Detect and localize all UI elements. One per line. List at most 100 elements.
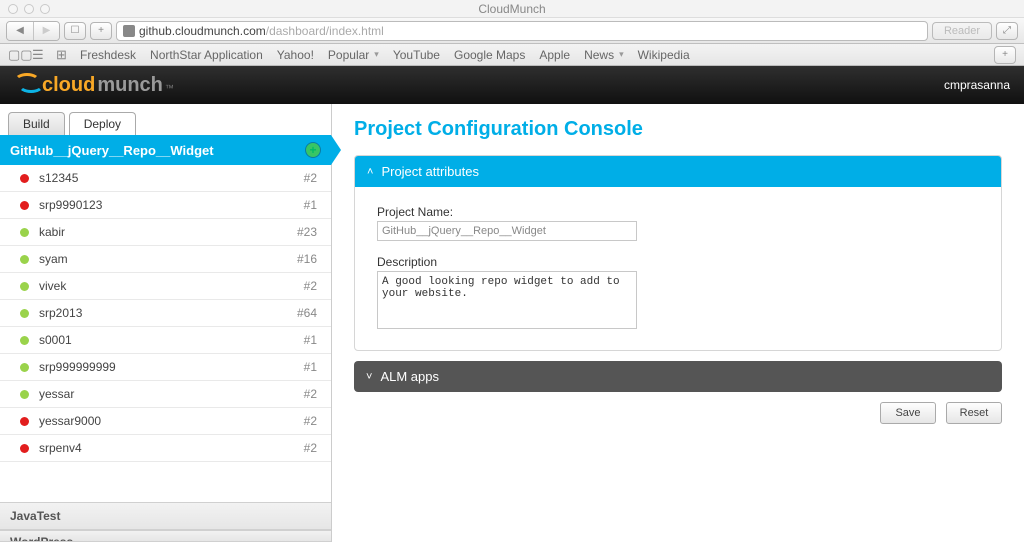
site-info-icon: [123, 25, 135, 37]
list-item-count: #2: [304, 414, 317, 428]
show-all-tabs-button[interactable]: ☐: [64, 22, 86, 40]
status-dot-icon: [20, 309, 29, 318]
forward-button[interactable]: ▶: [33, 22, 59, 40]
bookmarks-bar: ▢▢ ☰ ⊞ Freshdesk NorthStar Application Yah…: [0, 44, 1024, 66]
list-item[interactable]: srp2013 #64: [0, 300, 331, 327]
list-item-label: s0001: [39, 333, 72, 347]
description-label: Description: [377, 255, 979, 269]
brand-cloud: cloud: [42, 74, 95, 97]
list-item-count: #2: [304, 441, 317, 455]
list-item[interactable]: srpenv4 #2: [0, 435, 331, 462]
list-item[interactable]: kabir #23: [0, 219, 331, 246]
section-wordpress[interactable]: WordPress: [0, 530, 331, 542]
list-item-count: #1: [304, 333, 317, 347]
list-item[interactable]: yessar9000 #2: [0, 408, 331, 435]
brand-logo[interactable]: cloudmunch™: [14, 73, 174, 97]
bookmark-item[interactable]: YouTube: [393, 48, 440, 62]
list-item-count: #64: [297, 306, 317, 320]
add-project-icon[interactable]: +: [305, 142, 321, 158]
reading-list-icon[interactable]: ☰: [32, 47, 48, 63]
project-header-row[interactable]: GitHub__jQuery__Repo__Widget +: [0, 135, 331, 165]
accordion-alm-apps: ˅ ALM apps: [354, 361, 1002, 392]
accordion-head-project-attributes[interactable]: ˄ Project attributes: [355, 156, 1001, 187]
bookmark-item[interactable]: Popular: [328, 48, 379, 62]
add-bookmark-button[interactable]: +: [90, 22, 112, 40]
list-item-label: syam: [39, 252, 68, 266]
sidebar: Build Deploy GitHub__jQuery__Repo__Widge…: [0, 104, 332, 542]
project-name-input[interactable]: [377, 221, 637, 241]
description-textarea[interactable]: [377, 271, 637, 329]
project-name-label: Project Name:: [377, 205, 979, 219]
list-item-label: yessar: [39, 387, 74, 401]
top-sites-icon[interactable]: ⊞: [56, 47, 72, 63]
list-item-count: #16: [297, 252, 317, 266]
status-dot-icon: [20, 390, 29, 399]
bookmark-item[interactable]: NorthStar Application: [150, 48, 263, 62]
list-item-count: #1: [304, 198, 317, 212]
accordion-project-attributes: ˄ Project attributes Project Name: Descr…: [354, 155, 1002, 351]
section-javatest[interactable]: JavaTest: [0, 502, 331, 530]
username-label[interactable]: cmprasanna: [944, 78, 1010, 92]
list-item-count: #2: [304, 279, 317, 293]
list-item-count: #1: [304, 360, 317, 374]
sidebar-tabs: Build Deploy: [0, 104, 331, 135]
status-dot-icon: [20, 444, 29, 453]
project-header-label: GitHub__jQuery__Repo__Widget: [10, 143, 214, 158]
fullscreen-button[interactable]: ⤢: [996, 22, 1018, 40]
caret-up-icon: ˄: [367, 166, 373, 178]
accordion-head-alm-apps[interactable]: ˅ ALM apps: [354, 361, 1002, 392]
bookmark-item[interactable]: Wikipedia: [638, 48, 690, 62]
status-dot-icon: [20, 336, 29, 345]
list-item[interactable]: yessar #2: [0, 381, 331, 408]
list-item-count: #2: [304, 171, 317, 185]
bookmark-item[interactable]: Freshdesk: [80, 48, 136, 62]
reset-button[interactable]: Reset: [946, 402, 1002, 424]
tab-build[interactable]: Build: [8, 112, 65, 135]
app-header: cloudmunch™ cmprasanna: [0, 66, 1024, 104]
list-item-label: srp9990123: [39, 198, 102, 212]
browser-toolbar: ◀ ▶ ☐ + github.cloudmunch.com /dashboard…: [0, 18, 1024, 44]
list-item[interactable]: s12345#2: [0, 165, 331, 192]
status-dot-icon: [20, 417, 29, 426]
mac-titlebar: CloudMunch: [0, 0, 1024, 18]
list-item[interactable]: vivek #2: [0, 273, 331, 300]
list-item[interactable]: srp999999999 #1: [0, 354, 331, 381]
bookmark-item[interactable]: Apple: [539, 48, 570, 62]
save-button[interactable]: Save: [880, 402, 936, 424]
window-title: CloudMunch: [0, 2, 1024, 16]
list-item[interactable]: s0001 #1: [0, 327, 331, 354]
list-item-label: srp2013: [39, 306, 82, 320]
tab-deploy[interactable]: Deploy: [69, 112, 136, 135]
accordion-title-2: ALM apps: [380, 369, 439, 384]
list-item-label: vivek: [39, 279, 66, 293]
add-page-button[interactable]: +: [994, 46, 1016, 64]
content-area: Project Configuration Console ˄ Project …: [332, 104, 1024, 542]
list-item[interactable]: syam #16: [0, 246, 331, 273]
status-dot-icon: [20, 201, 29, 210]
list-item-label: yessar9000: [39, 414, 101, 428]
back-button[interactable]: ◀: [7, 22, 33, 40]
status-dot-icon: [20, 363, 29, 372]
brand-tm: ™: [165, 83, 174, 93]
status-dot-icon: [20, 174, 29, 183]
list-item-count: #2: [304, 387, 317, 401]
bookmark-item[interactable]: Yahoo!: [277, 48, 314, 62]
page-title: Project Configuration Console: [354, 118, 1002, 141]
logo-swirl-icon: [14, 73, 40, 91]
reader-button[interactable]: Reader: [932, 22, 992, 40]
address-bar[interactable]: github.cloudmunch.com /dashboard/index.h…: [116, 21, 928, 41]
list-item[interactable]: srp9990123 #1: [0, 192, 331, 219]
bookmark-item[interactable]: News: [584, 48, 624, 62]
list-item-label: srp999999999: [39, 360, 116, 374]
accordion-title-1: Project attributes: [381, 164, 479, 179]
status-dot-icon: [20, 228, 29, 237]
bookmark-item[interactable]: Google Maps: [454, 48, 525, 62]
list-item-count: #23: [297, 225, 317, 239]
list-item-label: kabir: [39, 225, 65, 239]
bookmarks-icon[interactable]: ▢▢: [8, 47, 24, 63]
brand-munch: munch: [97, 74, 163, 97]
status-dot-icon: [20, 282, 29, 291]
list-item-label: srpenv4: [39, 441, 82, 455]
status-dot-icon: [20, 255, 29, 264]
url-path: /dashboard/index.html: [266, 24, 384, 38]
